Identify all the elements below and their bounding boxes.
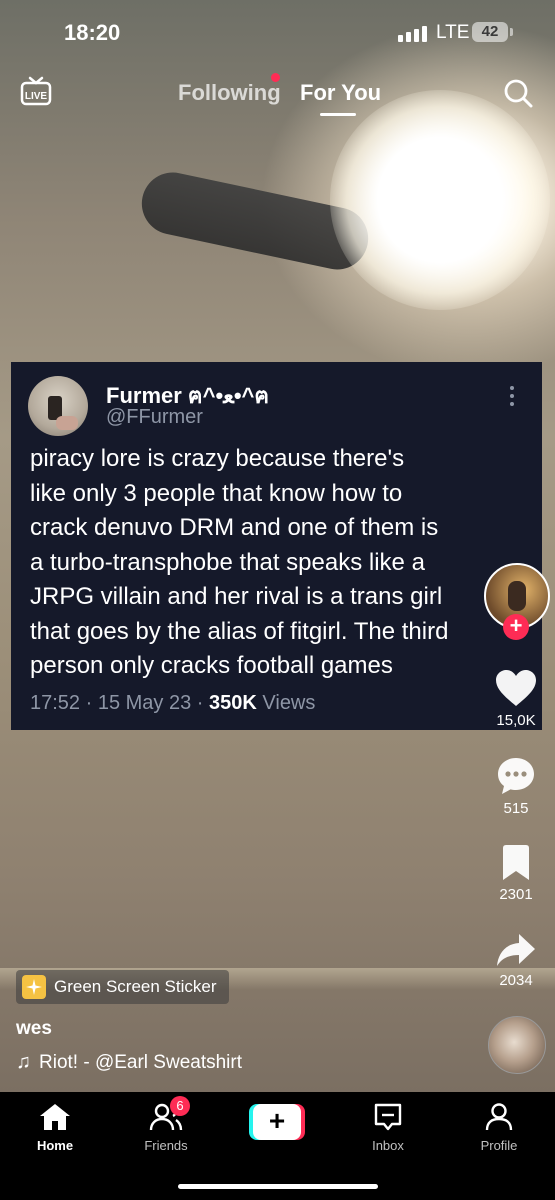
nav-home-label: Home [36,1138,74,1153]
nav-inbox[interactable]: Inbox [348,1102,428,1153]
tweet-line: crack denuvo DRM and one of them is [30,514,439,541]
plus-icon: + [253,1104,301,1140]
nav-inbox-label: Inbox [372,1138,404,1153]
heart-icon [496,670,536,706]
tweet-line: a turbo-transphobe that speaks like a [30,548,425,576]
comment-icon [498,758,534,794]
bookmark-icon [503,845,529,880]
share-count: 2034 [499,972,533,989]
following-notification-dot [271,73,280,82]
share-icon [497,934,535,966]
tweet-date: 15 May 23 [97,692,192,714]
like-count: 15,0K [496,712,536,729]
light-bulb-glow [330,90,550,310]
tweet-card: Furmer ฅ^•ﻌ•^ฅ @FFurmer piracy lore is c… [11,362,542,730]
tweet-meta: 17:52 · 15 May 23 · 350K Views [30,692,316,714]
search-icon[interactable] [503,78,533,108]
music-disc[interactable] [488,1016,546,1074]
tweet-author-handle: @FFurmer [106,406,203,428]
save-count: 2301 [499,886,533,903]
tweet-line: like only 3 people that know how to [30,479,403,507]
follow-button[interactable]: + [503,614,529,640]
music-info[interactable]: ♫ Riot! - @Earl Sweatshirt [16,1051,242,1074]
save-button[interactable]: 2301 [490,844,542,903]
tweet-line: piracy lore is crazy because there's [30,445,405,472]
nav-profile-label: Profile [480,1138,518,1153]
nav-home[interactable]: Home [15,1102,95,1153]
profile-icon [485,1103,513,1131]
status-bar: 18:20 LTE 42 [0,0,555,66]
tweet-views-label: Views [262,692,316,714]
tweet-time: 17:52 [30,692,81,714]
live-icon[interactable]: LIVE [20,76,52,106]
nav-friends-label: Friends [144,1138,188,1153]
comment-count: 515 [503,800,529,817]
battery-tip [510,28,513,36]
active-tab-indicator [320,113,356,116]
inbox-icon [374,1103,402,1131]
tab-for-you[interactable]: For You [300,80,381,106]
share-button[interactable]: 2034 [490,932,542,989]
tweet-text: piracy lore is crazy because there's lik… [30,442,530,684]
video-username[interactable]: wes [16,1018,52,1040]
svg-text:LIVE: LIVE [25,91,48,102]
more-options-icon [509,386,515,410]
like-button[interactable]: 15,0K [490,668,542,729]
network-label: LTE [436,22,470,43]
signal-icon [398,26,427,42]
tweet-avatar [28,376,88,436]
nav-friends[interactable]: 6 Friends [126,1096,206,1153]
green-screen-sticker-chip[interactable]: Green Screen Sticker [16,970,229,1004]
nav-profile[interactable]: Profile [459,1102,539,1153]
tab-following[interactable]: Following [178,80,281,106]
sparkle-icon [22,975,46,999]
tweet-line: that goes by the alias of fitgirl. The t… [30,617,449,645]
sticker-label: Green Screen Sticker [54,977,217,996]
create-button[interactable]: + [249,1104,305,1140]
battery-icon: 42 [472,22,508,42]
music-title: Riot! - @Earl Sweatshirt [39,1051,243,1073]
home-indicator [178,1184,378,1189]
home-icon [40,1104,70,1130]
tweet-line: JRPG villain and her rival is a trans gi… [30,583,443,610]
comment-button[interactable]: 515 [490,756,542,817]
friends-badge: 6 [170,1096,190,1116]
tweet-views-count: 350K [209,692,257,714]
music-note-icon: ♫ [16,1051,31,1073]
status-time: 18:20 [64,20,121,45]
tweet-line: person only cracks football games [30,652,393,679]
